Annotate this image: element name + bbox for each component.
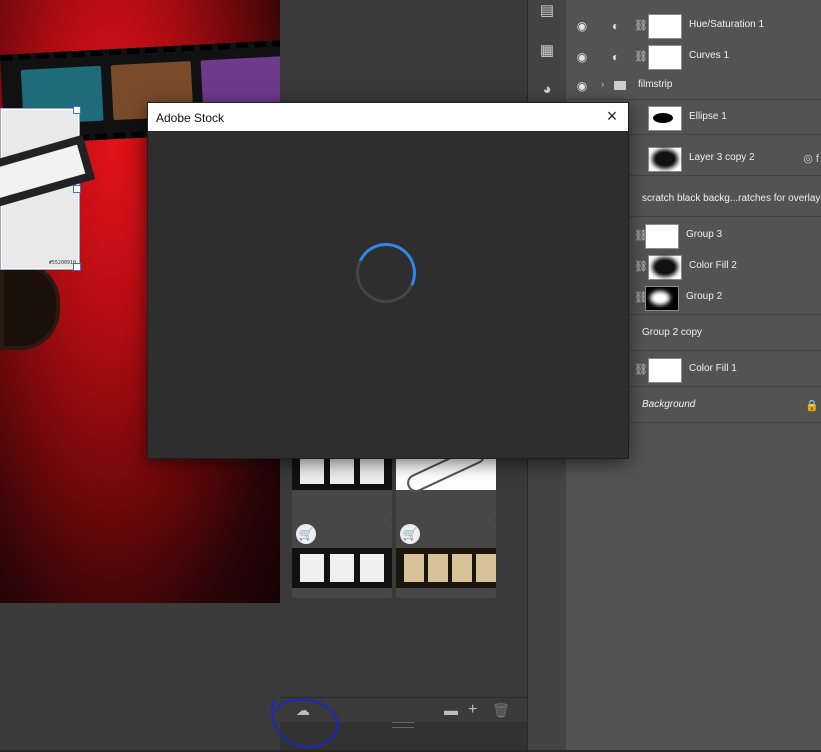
resize-grip-icon[interactable] [392, 722, 414, 728]
thumbnail-image [396, 548, 496, 588]
layer-name: Color Fill 2 [689, 260, 737, 271]
eye-icon[interactable]: ◉ [575, 79, 589, 93]
effects-icon[interactable]: ◎ f [803, 152, 819, 165]
layer-name: Group 3 [686, 229, 723, 240]
thumbnail-image [292, 548, 392, 588]
stock-preview-selection[interactable]: #55200910 [0, 106, 96, 271]
link-icon[interactable]: ⛓ [634, 19, 648, 33]
layer-mask-thumbnail[interactable] [648, 255, 682, 280]
layer-mask-thumbnail[interactable] [648, 358, 682, 383]
layer-thumbnail[interactable] [648, 147, 682, 172]
filmstrip-preview [0, 134, 96, 210]
loading-spinner-icon [347, 234, 425, 312]
document-icon[interactable]: ▦ [537, 41, 557, 61]
link-icon[interactable]: ⛓ [634, 260, 648, 274]
cart-icon[interactable]: 🛒 [400, 524, 420, 544]
layer-name: Background [642, 399, 696, 410]
eye-icon[interactable]: ◉ [575, 19, 589, 33]
layer-name: Hue/Saturation 1 [689, 19, 765, 30]
layer-mask-thumbnail[interactable] [648, 45, 682, 70]
palette-icon[interactable]: ◕ [537, 80, 557, 100]
layer-row[interactable]: ◉ ◐ ⛓ Hue/Saturation 1 [566, 11, 821, 43]
link-icon[interactable]: ⛓ [634, 50, 648, 64]
link-icon[interactable]: ⛓ [634, 363, 648, 377]
adjustment-icon: ◐ [612, 19, 620, 33]
asset-id-label: #55200910 [48, 260, 76, 266]
cart-icon[interactable]: 🛒 [296, 524, 316, 544]
chevron-right-icon[interactable]: › [601, 79, 604, 90]
layer-mask-thumbnail[interactable] [645, 224, 679, 249]
layer-name: Layer 3 copy 2 [689, 152, 755, 163]
transform-handle[interactable] [73, 106, 81, 114]
properties-icon[interactable]: ▤ [537, 1, 557, 21]
layer-row[interactable]: ◉ ◐ ⛓ Curves 1 [566, 42, 821, 74]
layer-name: Curves 1 [689, 50, 730, 61]
layer-name: Group 2 [686, 291, 723, 302]
dialog-title-bar[interactable]: Adobe Stock × [148, 103, 628, 131]
trash-icon: 🗑 [492, 702, 510, 718]
eye-icon[interactable]: ◉ [575, 50, 589, 64]
layer-mask-thumbnail[interactable] [648, 14, 682, 39]
link-icon[interactable]: ⛓ [634, 229, 648, 243]
adjustment-icon: ◐ [612, 50, 620, 64]
layer-name: scratch black backg...ratches for overla… [642, 193, 821, 204]
annotation-circle [271, 698, 339, 748]
stock-thumbnail[interactable]: 🛒 [292, 520, 392, 598]
stock-thumbnail[interactable]: 🛒 [396, 520, 496, 598]
pasteboard [0, 603, 280, 750]
layer-name: Color Fill 1 [689, 363, 737, 374]
film-reel-artwork [0, 262, 60, 350]
add-icon[interactable]: + [468, 702, 477, 718]
folder-icon [614, 81, 626, 90]
dialog-title: Adobe Stock [156, 111, 225, 125]
transform-handle[interactable] [73, 185, 81, 193]
layer-mask-thumbnail[interactable] [645, 286, 679, 311]
layer-thumbnail[interactable] [648, 106, 682, 131]
link-icon[interactable]: ⛓ [634, 291, 648, 305]
layer-name: Ellipse 1 [689, 111, 727, 122]
adobe-stock-dialog: Adobe Stock × [148, 103, 628, 458]
layer-name: filmstrip [638, 79, 673, 90]
layer-name: Group 2 copy [642, 327, 703, 338]
layer-row[interactable]: ◉ › filmstrip [566, 73, 821, 100]
lock-icon[interactable]: 🔒 [805, 399, 819, 412]
close-icon[interactable]: × [602, 107, 622, 127]
folder-icon[interactable]: ▬ [444, 702, 458, 718]
